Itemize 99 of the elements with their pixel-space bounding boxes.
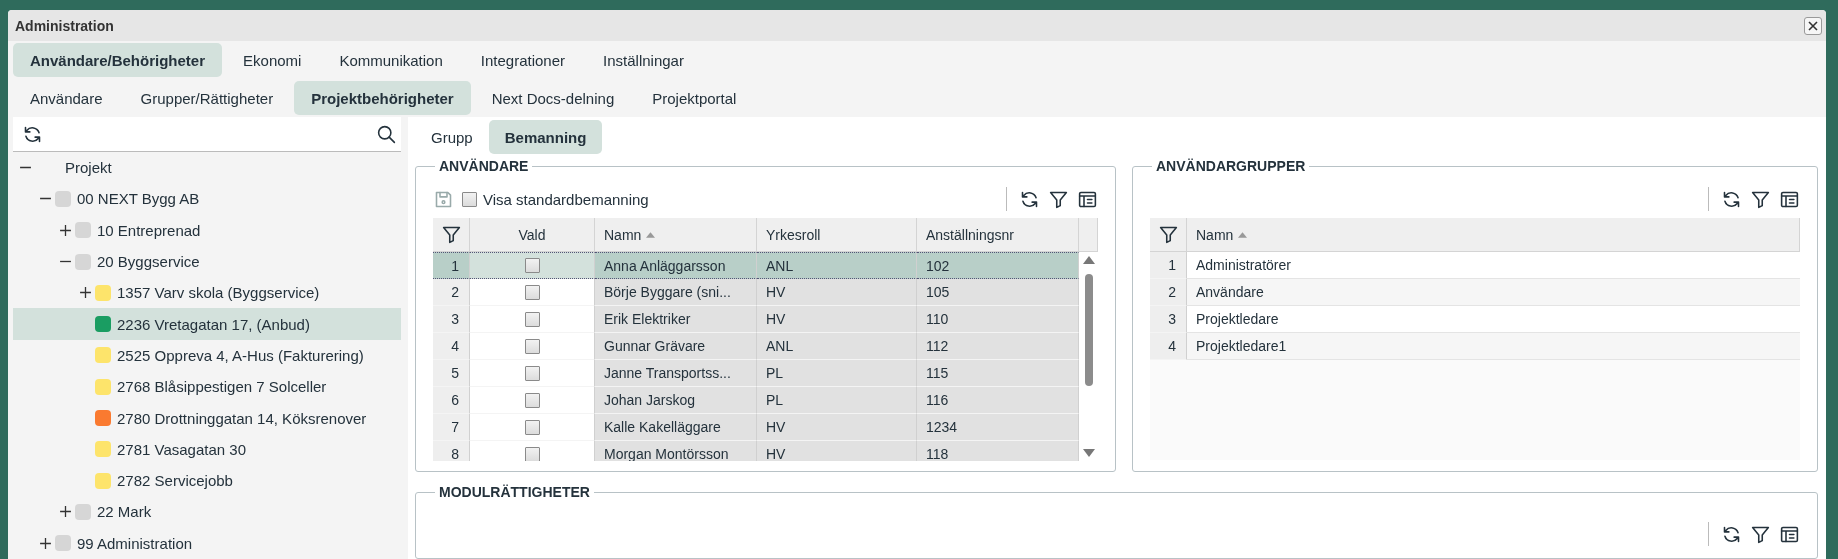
row-number: 4 <box>433 333 470 360</box>
filter-icon[interactable] <box>440 224 462 245</box>
column-header[interactable]: Anställningsnr <box>917 218 1079 252</box>
search-icon[interactable] <box>376 123 397 145</box>
scroll-up-icon[interactable] <box>1082 256 1095 264</box>
expand-icon[interactable] <box>78 286 92 300</box>
table-cell: Projektledare1 <box>1187 333 1800 360</box>
row-number: 8 <box>433 441 470 461</box>
column-header[interactable]: Vald <box>470 218 595 252</box>
header-filler <box>1079 218 1098 252</box>
panel-title: ANVÄNDARGRUPPER <box>1155 158 1307 174</box>
row-number: 3 <box>433 306 470 333</box>
checkbox[interactable] <box>462 191 477 207</box>
row-number: 2 <box>433 279 470 306</box>
row-number: 7 <box>433 414 470 441</box>
tree-item[interactable]: 22 Mark <box>13 496 401 528</box>
table-cell: 1234 <box>917 414 1079 441</box>
table-cell: 115 <box>917 360 1079 387</box>
expand-icon[interactable] <box>58 505 72 519</box>
tree-item[interactable]: 2236 Vretagatan 17, (Anbud) <box>13 308 401 340</box>
table-cell: 116 <box>917 387 1079 414</box>
table-cell: Kalle Kakelläggare <box>595 414 757 441</box>
table-cell: Erik Elektriker <box>595 306 757 333</box>
tree-item[interactable]: 2780 Drottninggatan 14, Köksrenover <box>13 402 401 434</box>
tab[interactable]: Användare/Behörigheter <box>13 43 223 77</box>
checkbox[interactable] <box>524 446 540 461</box>
table-cell: 110 <box>917 306 1079 333</box>
table-cell: 118 <box>917 441 1079 461</box>
tab[interactable]: Projektbehörigheter <box>294 81 471 115</box>
column-header[interactable]: Namn <box>1187 218 1800 252</box>
row-number: 4 <box>1150 333 1187 360</box>
table-cell: HV <box>757 414 917 441</box>
row-number: 1 <box>1150 252 1187 279</box>
tree-item[interactable]: Projekt <box>13 152 401 184</box>
table-cell: Johan Jarskog <box>595 387 757 414</box>
tab[interactable]: Kommunikation <box>322 43 460 77</box>
table-cell: Morgan Montörsson <box>595 441 757 461</box>
table-cell: ANL <box>757 333 917 360</box>
panel-title: MODULRÄTTIGHETER <box>438 484 591 500</box>
tree-item[interactable]: 10 Entreprenad <box>13 214 401 246</box>
tree-item[interactable]: 00 NEXT Bygg AB <box>13 183 401 215</box>
tree-item[interactable]: 1357 Varv skola (Byggservice) <box>13 277 401 309</box>
table-cell: 112 <box>917 333 1079 360</box>
window-title: Administration <box>15 17 114 34</box>
scrollbar-thumb[interactable] <box>1084 274 1093 386</box>
table-cell: Börje Byggare (sni... <box>595 279 757 306</box>
tab[interactable]: Ekonomi <box>226 43 319 77</box>
row-number: 3 <box>1150 306 1187 333</box>
checkbox[interactable] <box>524 284 540 300</box>
checkbox[interactable] <box>524 392 540 408</box>
table-cell: 105 <box>917 279 1079 306</box>
tab[interactable]: Grupp <box>415 120 489 154</box>
table-cell: PL <box>757 360 917 387</box>
table-cell: PL <box>757 387 917 414</box>
tree-item[interactable]: 2781 Vasagatan 30 <box>13 433 401 465</box>
tab[interactable]: Integrationer <box>463 43 583 77</box>
tree-item[interactable]: 20 Byggservice <box>13 245 401 278</box>
tree-item[interactable]: 2782 Servicejobb <box>13 464 401 497</box>
table-cell: Användare <box>1187 279 1800 306</box>
tree-item[interactable]: 99 Administration <box>13 527 401 559</box>
tab[interactable]: Inställningar <box>586 43 701 77</box>
checkbox-label: Visa standardbemanning <box>483 190 649 208</box>
close-icon <box>1807 19 1819 32</box>
checkbox[interactable] <box>524 419 540 435</box>
table-cell: 102 <box>917 252 1079 279</box>
checkbox[interactable] <box>524 311 540 327</box>
row-number: 5 <box>433 360 470 387</box>
tab[interactable]: Grupper/Rättigheter <box>123 81 291 115</box>
filter-header[interactable] <box>433 218 470 252</box>
checkbox[interactable] <box>524 258 540 273</box>
tab[interactable]: Projektportal <box>635 81 754 115</box>
sort-arrow-icon <box>1238 231 1248 238</box>
filter-icon[interactable] <box>1157 224 1179 245</box>
column-header[interactable]: Yrkesroll <box>757 218 917 252</box>
row-number: 6 <box>433 387 470 414</box>
column-header[interactable]: Namn <box>595 218 757 252</box>
close-button[interactable] <box>1804 16 1822 35</box>
tab[interactable]: Användare <box>13 81 120 115</box>
tab[interactable]: Bemanning <box>488 120 603 154</box>
tab[interactable]: Next Docs-delning <box>474 81 632 115</box>
panel-title: ANVÄNDARE <box>438 158 530 174</box>
tree-item[interactable]: 2525 Oppreva 4, A-Hus (Fakturering) <box>13 339 401 372</box>
table-cell: HV <box>757 441 917 461</box>
table-cell: HV <box>757 306 917 333</box>
expand-icon[interactable] <box>38 536 52 550</box>
checkbox[interactable] <box>524 338 540 354</box>
table-cell: ANL <box>757 252 917 279</box>
expand-icon[interactable] <box>58 223 72 237</box>
sort-arrow-icon <box>646 231 656 238</box>
table-cell: Janne Transportss... <box>595 360 757 387</box>
filter-header[interactable] <box>1150 218 1187 252</box>
checkbox[interactable] <box>524 365 540 381</box>
row-number: 2 <box>1150 279 1187 306</box>
row-number: 1 <box>433 252 470 279</box>
table-cell: HV <box>757 279 917 306</box>
scroll-down-icon[interactable] <box>1082 449 1095 457</box>
tree-item[interactable]: 2768 Blåsippestigen 7 Solceller <box>13 371 401 403</box>
table-cell: Gunnar Grävare <box>595 333 757 360</box>
table-cell: Anna Anläggarsson <box>595 252 757 279</box>
